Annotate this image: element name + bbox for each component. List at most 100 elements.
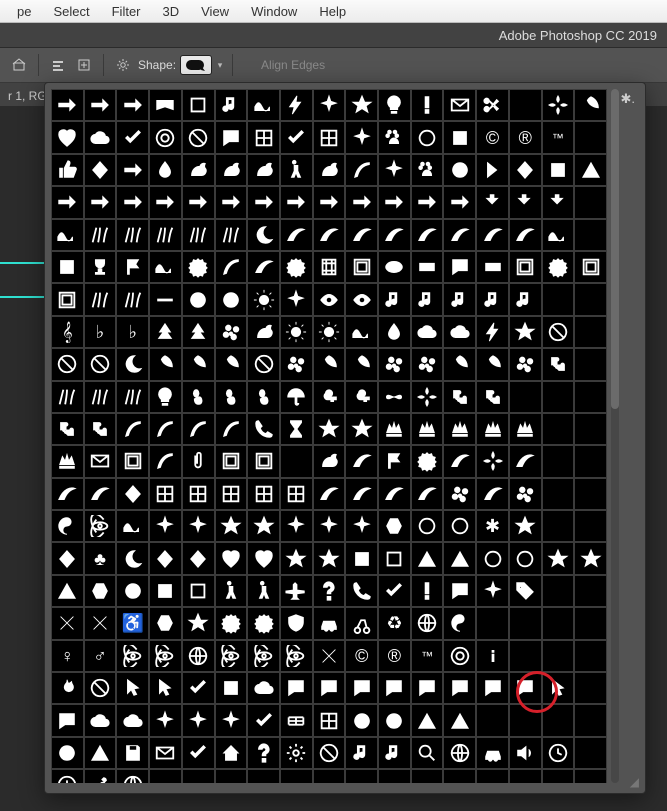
ribbon3-shape-cell[interactable] <box>247 251 280 283</box>
flat-shape-cell[interactable]: ♭ <box>84 316 117 348</box>
star-8-shape-cell[interactable] <box>280 542 313 574</box>
copyright-shape-cell[interactable]: © <box>476 121 509 153</box>
burst3-shape-cell[interactable] <box>182 510 215 542</box>
pen-shape-cell[interactable] <box>149 445 182 477</box>
vine-shape-cell[interactable] <box>345 478 378 510</box>
female-shape-cell[interactable]: ♀ <box>51 640 84 672</box>
sun-rays-shape-cell[interactable] <box>247 283 280 315</box>
arrow-thin-shape-cell[interactable] <box>51 186 84 218</box>
back-shape-cell[interactable] <box>509 186 542 218</box>
treble2-shape-cell[interactable]: 𝄞 <box>51 316 84 348</box>
woman-shape-cell[interactable] <box>247 575 280 607</box>
speech6-shape-cell[interactable] <box>345 672 378 704</box>
hourglass-shape-cell[interactable] <box>280 413 313 445</box>
diamond4-shape-cell[interactable] <box>149 542 182 574</box>
burst-shape-cell[interactable] <box>378 154 411 186</box>
circle-shape-cell[interactable] <box>443 154 476 186</box>
bow-shape-cell[interactable] <box>378 381 411 413</box>
heart-shape-cell[interactable] <box>51 121 84 153</box>
club-shape-cell[interactable]: ♣ <box>84 542 117 574</box>
square-outline-shape-cell[interactable] <box>182 89 215 121</box>
thought-shape-cell[interactable] <box>247 672 280 704</box>
clock-shape-cell[interactable] <box>51 769 84 783</box>
fern-shape-cell[interactable] <box>182 316 215 348</box>
speech4-shape-cell[interactable] <box>280 672 313 704</box>
rx-shape-cell[interactable] <box>313 640 346 672</box>
arrow-fat-shape-cell[interactable] <box>182 186 215 218</box>
corner-shape-cell[interactable] <box>411 219 444 251</box>
seal-open-shape-cell[interactable] <box>215 251 248 283</box>
fire-shape-cell[interactable] <box>51 672 84 704</box>
grass2-shape-cell[interactable] <box>51 381 84 413</box>
flower5-shape-cell[interactable] <box>509 348 542 380</box>
square-shape-cell[interactable] <box>443 121 476 153</box>
speech7-shape-cell[interactable] <box>378 672 411 704</box>
crown-shape-cell[interactable] <box>378 413 411 445</box>
hex-shape-cell[interactable] <box>378 510 411 542</box>
mail2-shape-cell[interactable] <box>149 737 182 769</box>
banner-shape-cell[interactable] <box>149 89 182 121</box>
star-4-shape-cell[interactable] <box>509 316 542 348</box>
eye-shape-cell[interactable] <box>313 283 346 315</box>
heart2-shape-cell[interactable] <box>215 542 248 574</box>
flower2-shape-cell[interactable] <box>280 348 313 380</box>
frame-orn-shape-cell[interactable] <box>51 478 84 510</box>
tri2-shape-cell[interactable] <box>51 575 84 607</box>
clip-shape-cell[interactable] <box>182 445 215 477</box>
male-shape-cell[interactable]: ♂ <box>84 640 117 672</box>
atom2-shape-cell[interactable] <box>116 640 149 672</box>
crown4-shape-cell[interactable] <box>476 413 509 445</box>
sound-shape-cell[interactable] <box>509 737 542 769</box>
atom3-shape-cell[interactable] <box>149 640 182 672</box>
burst2-shape-cell[interactable] <box>149 510 182 542</box>
arrow-point-shape-cell[interactable] <box>411 186 444 218</box>
frame2-shape-cell[interactable] <box>509 251 542 283</box>
square-out2-shape-cell[interactable] <box>182 575 215 607</box>
globe2-shape-cell[interactable] <box>443 737 476 769</box>
chevron-shape-cell[interactable] <box>476 154 509 186</box>
flower4-shape-cell[interactable] <box>411 348 444 380</box>
bird-shape-cell[interactable] <box>313 154 346 186</box>
butterfly-shape-cell[interactable] <box>247 316 280 348</box>
tri-left-shape-cell[interactable] <box>411 704 444 736</box>
puzzle-shape-cell[interactable] <box>542 348 575 380</box>
snow3-shape-cell[interactable] <box>84 348 117 380</box>
minus-circle-shape-cell[interactable] <box>378 704 411 736</box>
badge-shape-cell[interactable] <box>247 607 280 639</box>
exclaim2-shape-cell[interactable] <box>411 575 444 607</box>
mac-menubar[interactable]: pe Select Filter 3D View Window Help <box>0 0 667 23</box>
hand-shape-cell[interactable] <box>542 672 575 704</box>
arrow-right-shape-cell[interactable] <box>84 89 117 121</box>
copyright2-shape-cell[interactable]: © <box>345 640 378 672</box>
arrow-shadow-shape-cell[interactable] <box>313 186 346 218</box>
tools-shape-cell[interactable] <box>84 769 117 783</box>
asterisk-shape-cell[interactable]: ✱ <box>476 510 509 542</box>
no2-shape-cell[interactable] <box>313 737 346 769</box>
recycle-shape-cell[interactable]: ♻ <box>378 607 411 639</box>
sun2-shape-cell[interactable] <box>313 316 346 348</box>
info-shape-cell[interactable] <box>476 640 509 672</box>
registered-shape-cell[interactable]: ® <box>509 121 542 153</box>
diamond-shape-cell[interactable] <box>84 154 117 186</box>
trademark-shape-cell[interactable]: ™ <box>542 121 575 153</box>
phone-shape-cell[interactable] <box>247 413 280 445</box>
grass3-shape-cell[interactable] <box>84 381 117 413</box>
speech-shape-cell[interactable] <box>215 121 248 153</box>
biohazard-shape-cell[interactable] <box>247 640 280 672</box>
add-anchor-icon[interactable] <box>74 55 94 75</box>
phone2-shape-cell[interactable] <box>345 575 378 607</box>
radiation-shape-cell[interactable] <box>215 640 248 672</box>
eye2-shape-cell[interactable] <box>345 283 378 315</box>
yin2-shape-cell[interactable] <box>443 607 476 639</box>
music2-shape-cell[interactable] <box>378 737 411 769</box>
waves-shape-cell[interactable] <box>51 219 84 251</box>
burst7-shape-cell[interactable] <box>182 704 215 736</box>
burst4-shape-cell[interactable] <box>345 510 378 542</box>
blob-shape-cell[interactable] <box>84 121 117 153</box>
scrollbar-track[interactable] <box>611 89 619 783</box>
arrow-line-shape-cell[interactable] <box>345 186 378 218</box>
dog-shape-cell[interactable] <box>215 154 248 186</box>
hex2-shape-cell[interactable] <box>84 575 117 607</box>
no-sign-shape-cell[interactable] <box>182 121 215 153</box>
registered2-shape-cell[interactable]: ® <box>378 640 411 672</box>
